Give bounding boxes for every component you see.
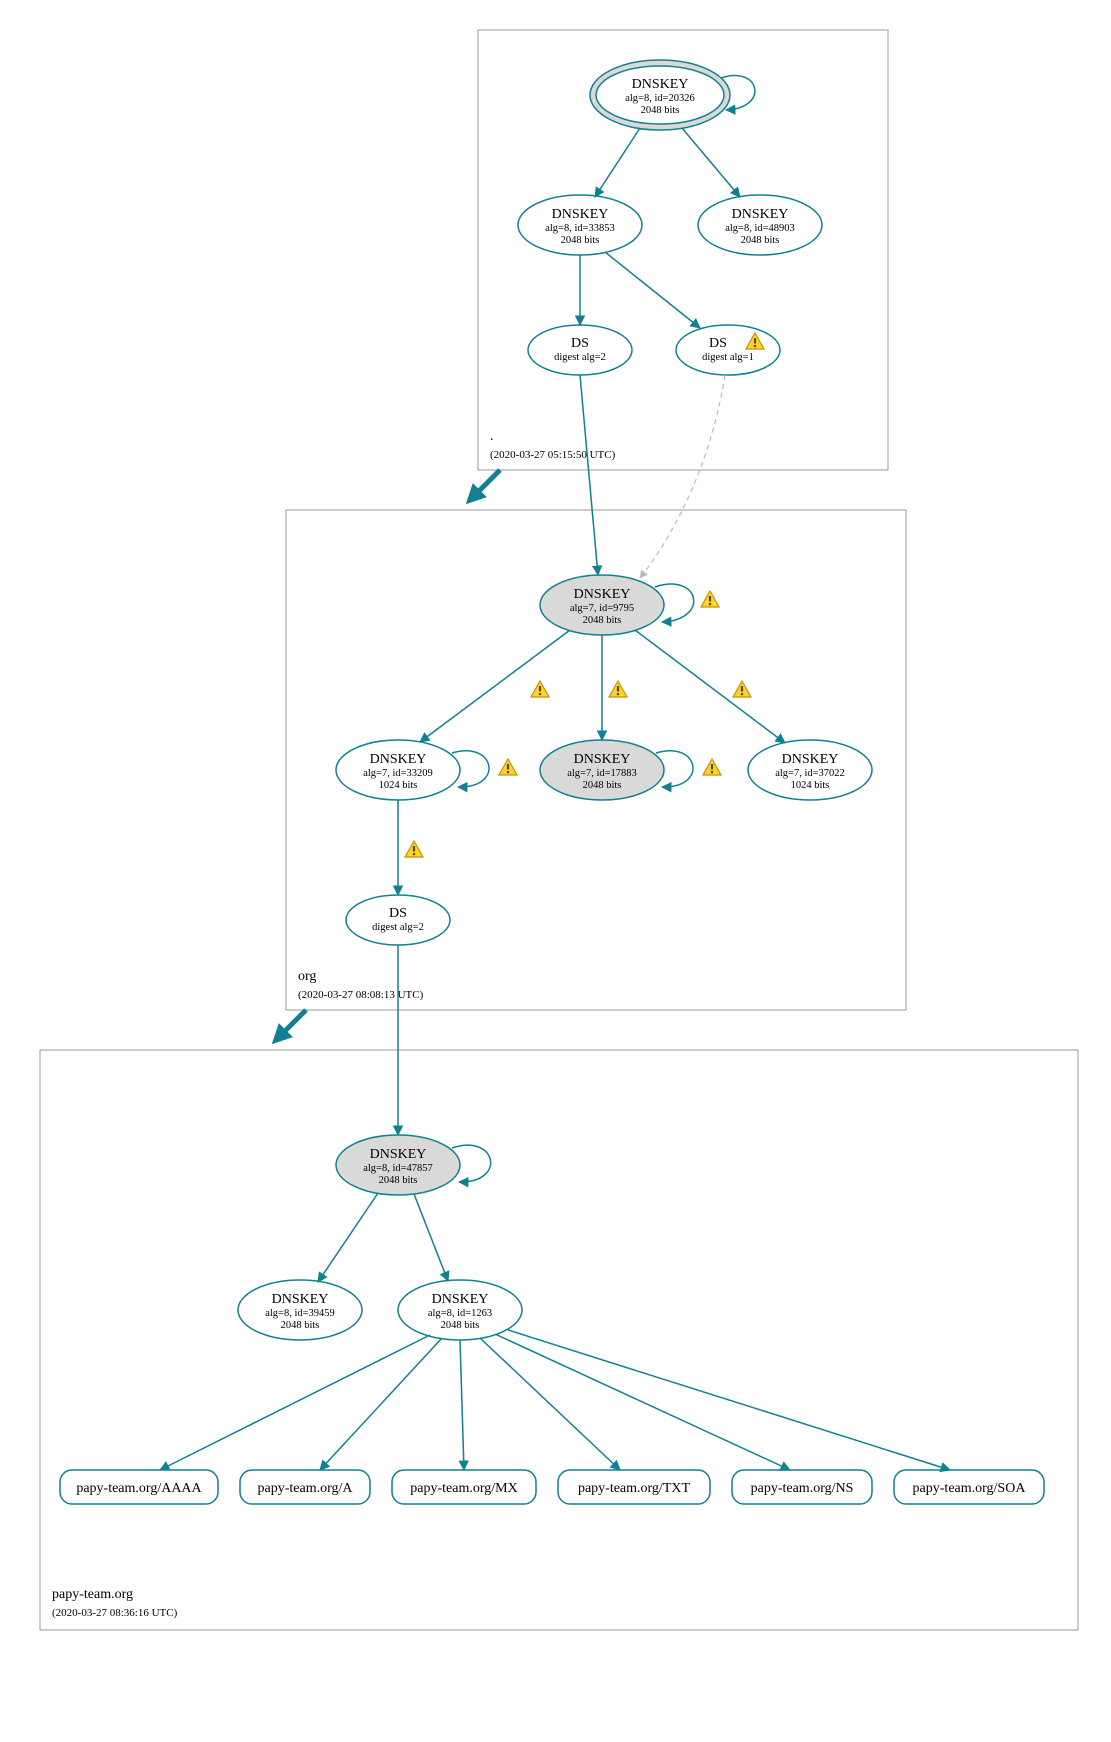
edge-orgksk-zsk1 — [420, 630, 570, 742]
node-org-ds[interactable]: DS digest alg=2 — [346, 895, 450, 945]
edge-leafksk-zsk2 — [414, 1194, 448, 1281]
svg-text:DNSKEY: DNSKEY — [574, 752, 631, 767]
svg-text:1024 bits: 1024 bits — [791, 780, 830, 791]
warning-icon — [703, 759, 721, 775]
edge-root-ksk-zsk2 — [682, 128, 740, 197]
edge-orgksk-zsk3 — [635, 630, 785, 743]
rr-txt[interactable]: papy-team.org/TXT — [558, 1470, 710, 1504]
svg-text:papy-team.org/A: papy-team.org/A — [258, 1481, 354, 1496]
warning-icon — [701, 591, 719, 607]
node-root-ds2[interactable]: DS digest alg=1 — [676, 325, 780, 375]
edge-ds1-orgksk — [580, 375, 598, 575]
rr-mx[interactable]: papy-team.org/MX — [392, 1470, 536, 1504]
edge-zsk2-aaaa — [160, 1335, 430, 1470]
svg-text:2048 bits: 2048 bits — [583, 615, 622, 626]
node-root-zsk2[interactable]: DNSKEY alg=8, id=48903 2048 bits — [698, 195, 822, 255]
svg-text:alg=8, id=20326: alg=8, id=20326 — [625, 93, 695, 104]
svg-text:digest alg=1: digest alg=1 — [702, 352, 754, 363]
zone-box-leaf — [40, 1050, 1078, 1630]
svg-text:DS: DS — [389, 906, 407, 921]
edge-ds2-orgksk — [640, 375, 725, 578]
svg-text:DS: DS — [571, 336, 589, 351]
svg-text:alg=7, id=37022: alg=7, id=37022 — [775, 768, 845, 779]
svg-text:alg=8, id=1263: alg=8, id=1263 — [428, 1308, 492, 1319]
warning-icon — [609, 681, 627, 697]
edge-zone-org-leaf — [276, 1010, 306, 1040]
edge-zsk2-soa — [508, 1330, 950, 1470]
svg-text:alg=8, id=47857: alg=8, id=47857 — [363, 1163, 433, 1174]
warning-icon — [733, 681, 751, 697]
edge-root-zsk1-ds2 — [605, 252, 700, 328]
warning-icon — [531, 681, 549, 697]
svg-text:2048 bits: 2048 bits — [379, 1175, 418, 1186]
svg-text:DNSKEY: DNSKEY — [370, 752, 427, 767]
zone-label-org: org — [298, 969, 316, 984]
zone-label-leaf: papy-team.org — [52, 1587, 133, 1602]
svg-text:1024 bits: 1024 bits — [379, 780, 418, 791]
node-org-ksk[interactable]: DNSKEY alg=7, id=9795 2048 bits — [540, 575, 664, 635]
edge-root-ksk-zsk1 — [595, 128, 640, 197]
node-leaf-zsk2[interactable]: DNSKEY alg=8, id=1263 2048 bits — [398, 1280, 522, 1340]
svg-text:alg=8, id=39459: alg=8, id=39459 — [265, 1308, 335, 1319]
svg-text:papy-team.org/SOA: papy-team.org/SOA — [913, 1481, 1027, 1496]
svg-text:DNSKEY: DNSKEY — [732, 207, 789, 222]
node-root-ksk[interactable]: DNSKEY alg=8, id=20326 2048 bits — [590, 60, 730, 130]
svg-text:papy-team.org/AAAA: papy-team.org/AAAA — [76, 1481, 202, 1496]
svg-text:alg=8, id=33853: alg=8, id=33853 — [545, 223, 615, 234]
node-org-zsk3[interactable]: DNSKEY alg=7, id=37022 1024 bits — [748, 740, 872, 800]
svg-text:DNSKEY: DNSKEY — [574, 587, 631, 602]
warning-icon — [405, 841, 423, 857]
warning-icon — [499, 759, 517, 775]
node-leaf-zsk1[interactable]: DNSKEY alg=8, id=39459 2048 bits — [238, 1280, 362, 1340]
svg-text:DNSKEY: DNSKEY — [370, 1147, 427, 1162]
node-org-zsk2[interactable]: DNSKEY alg=7, id=17883 2048 bits — [540, 740, 664, 800]
svg-text:DNSKEY: DNSKEY — [432, 1292, 489, 1307]
edge-leafksk-zsk1 — [318, 1193, 378, 1282]
svg-text:2048 bits: 2048 bits — [441, 1320, 480, 1331]
svg-text:2048 bits: 2048 bits — [281, 1320, 320, 1331]
svg-text:papy-team.org/NS: papy-team.org/NS — [751, 1481, 854, 1496]
edge-zone-root-org — [470, 470, 500, 500]
rr-ns[interactable]: papy-team.org/NS — [732, 1470, 872, 1504]
rr-aaaa[interactable]: papy-team.org/AAAA — [60, 1470, 218, 1504]
svg-text:papy-team.org/TXT: papy-team.org/TXT — [578, 1481, 691, 1496]
zone-time-org: (2020-03-27 08:08:13 UTC) — [298, 989, 424, 1001]
svg-text:DNSKEY: DNSKEY — [782, 752, 839, 767]
node-root-zsk1[interactable]: DNSKEY alg=8, id=33853 2048 bits — [518, 195, 642, 255]
svg-text:2048 bits: 2048 bits — [641, 105, 680, 116]
svg-text:papy-team.org/MX: papy-team.org/MX — [410, 1481, 517, 1496]
svg-text:2048 bits: 2048 bits — [741, 235, 780, 246]
svg-text:DNSKEY: DNSKEY — [552, 207, 609, 222]
edge-zsk2-a — [320, 1338, 442, 1470]
svg-text:2048 bits: 2048 bits — [583, 780, 622, 791]
svg-text:digest alg=2: digest alg=2 — [554, 352, 606, 363]
edge-zsk2-mx — [460, 1340, 464, 1470]
rr-soa[interactable]: papy-team.org/SOA — [894, 1470, 1044, 1504]
svg-text:alg=7, id=17883: alg=7, id=17883 — [567, 768, 637, 779]
svg-text:digest alg=2: digest alg=2 — [372, 922, 424, 933]
svg-text:alg=7, id=9795: alg=7, id=9795 — [570, 603, 634, 614]
svg-text:DNSKEY: DNSKEY — [272, 1292, 329, 1307]
node-root-ds1[interactable]: DS digest alg=2 — [528, 325, 632, 375]
zone-label-root: . — [490, 429, 494, 444]
node-leaf-ksk[interactable]: DNSKEY alg=8, id=47857 2048 bits — [336, 1135, 460, 1195]
svg-text:alg=8, id=48903: alg=8, id=48903 — [725, 223, 795, 234]
rr-a[interactable]: papy-team.org/A — [240, 1470, 370, 1504]
svg-text:alg=7, id=33209: alg=7, id=33209 — [363, 768, 433, 779]
zone-time-root: (2020-03-27 05:15:50 UTC) — [490, 449, 616, 461]
svg-text:DS: DS — [709, 336, 727, 351]
zone-time-leaf: (2020-03-27 08:36:16 UTC) — [52, 1607, 178, 1619]
svg-text:2048 bits: 2048 bits — [561, 235, 600, 246]
edge-zsk2-ns — [495, 1334, 790, 1470]
node-org-zsk1[interactable]: DNSKEY alg=7, id=33209 1024 bits — [336, 740, 460, 800]
edge-zsk2-txt — [480, 1338, 620, 1470]
svg-text:DNSKEY: DNSKEY — [632, 77, 689, 92]
